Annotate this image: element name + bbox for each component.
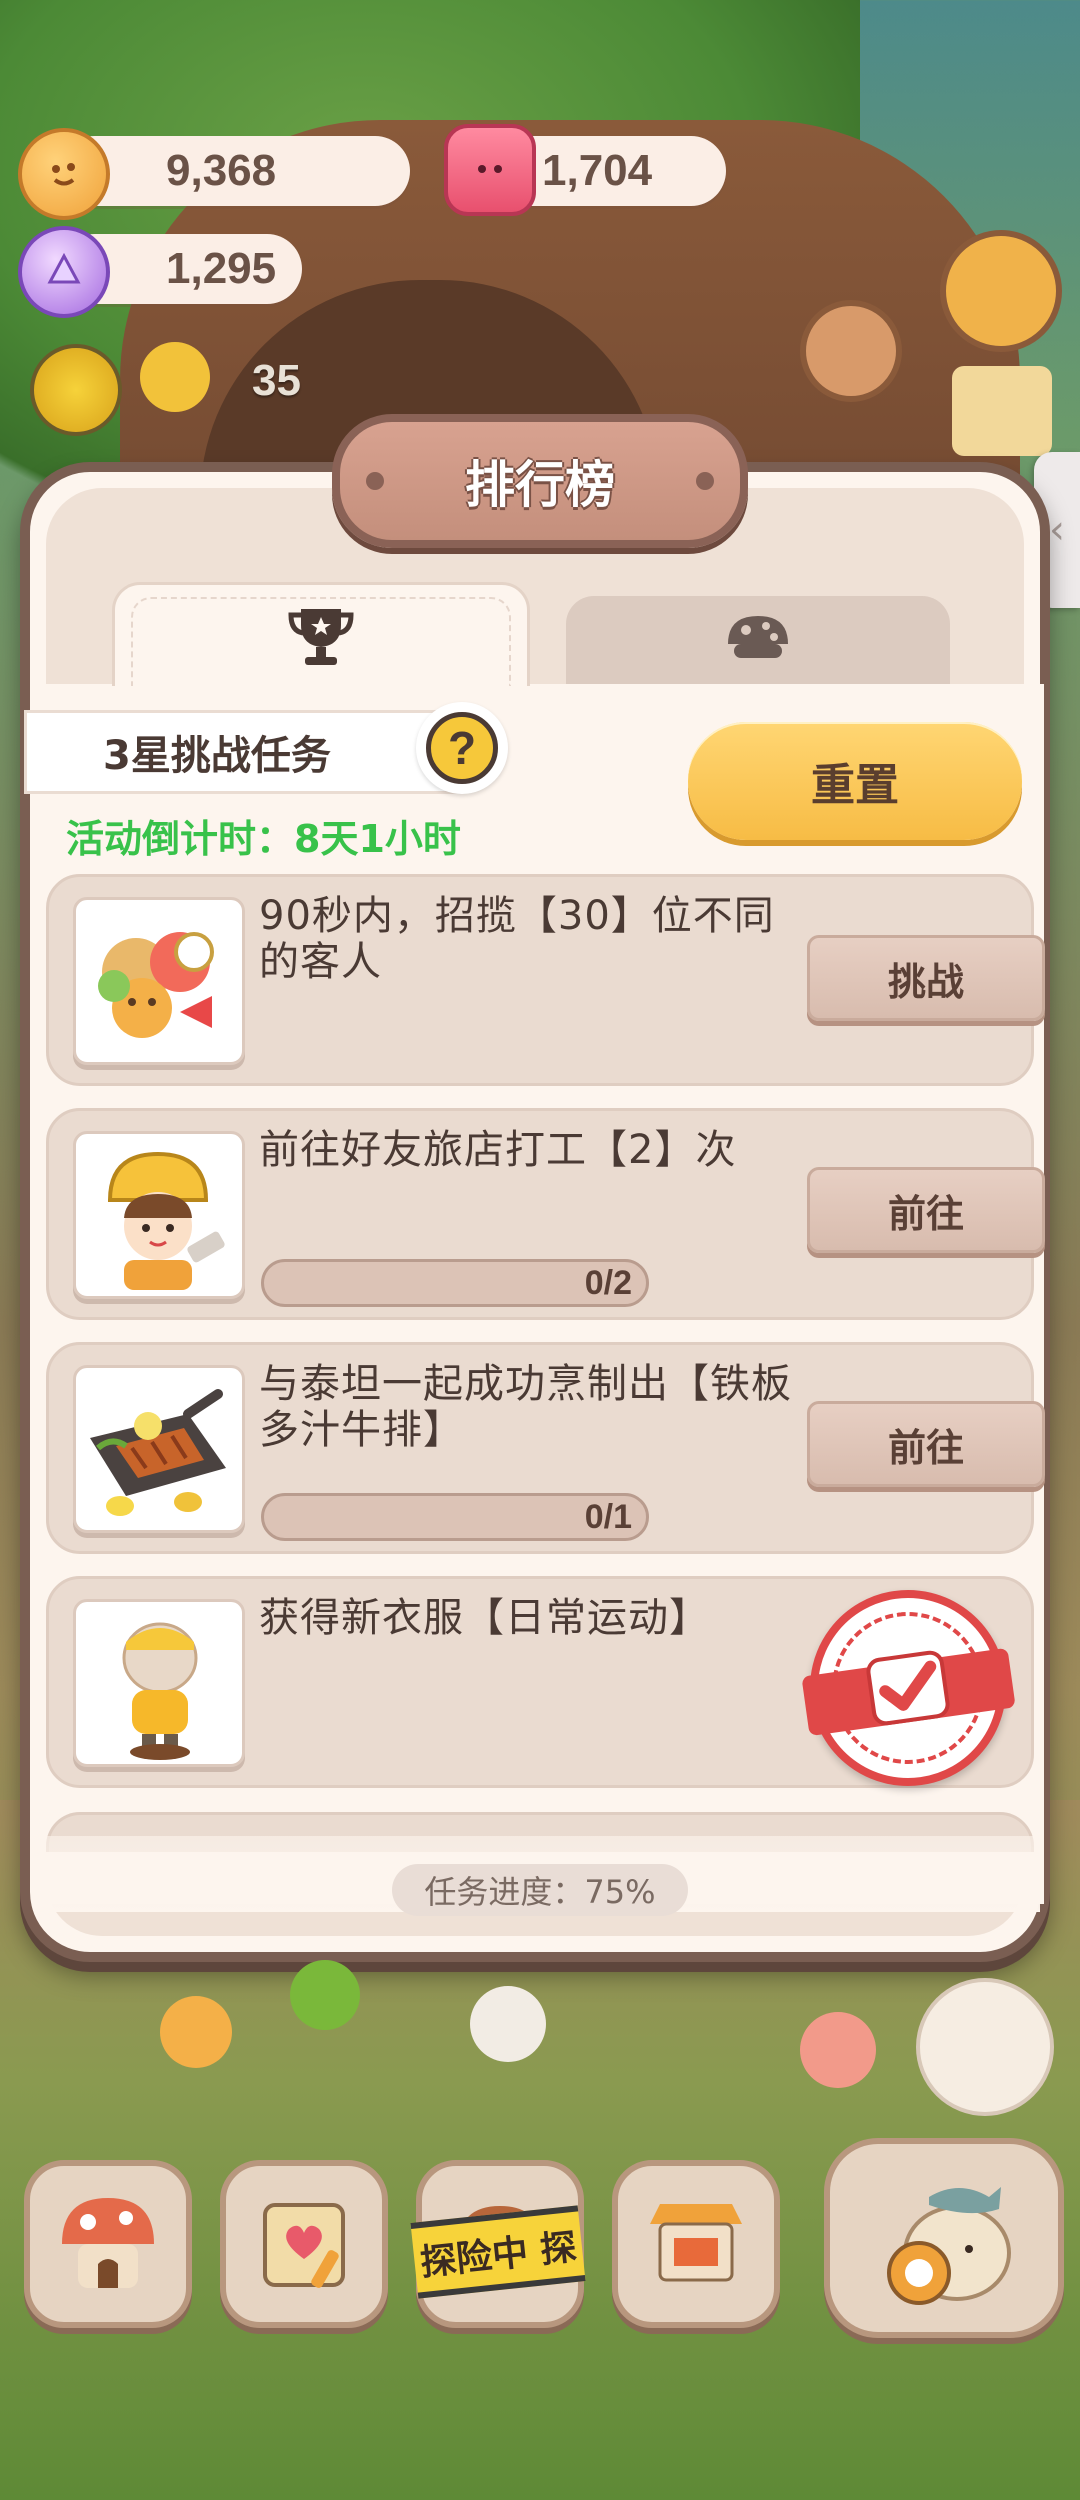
task-thumb-steak — [73, 1365, 245, 1533]
help-button[interactable]: ? — [416, 702, 508, 794]
task-description: 90秒内，招揽【30】位不同的客人 — [259, 893, 775, 985]
trophy-icon — [288, 608, 354, 665]
task-card: 90秒内，招揽【30】位不同的客人 挑战 — [46, 874, 1045, 1086]
go-button[interactable]: 前往 — [807, 1401, 1045, 1487]
tab-trophy[interactable] — [112, 582, 530, 686]
mushroom-house-icon — [62, 2198, 154, 2288]
task-description: 前往好友旅店打工【2】次 — [259, 1127, 737, 1173]
coin-value: 9,368 — [166, 146, 277, 195]
swirl-deco-icon — [800, 300, 902, 402]
challenge-button[interactable]: 挑战 — [807, 935, 1045, 1021]
candy-crystal-icon — [18, 226, 110, 318]
chat-bubble-button[interactable] — [916, 1978, 1054, 2116]
reset-button[interactable]: 重置 — [688, 722, 1022, 840]
pink-gem-icon — [444, 124, 536, 216]
sun-gear-icon — [30, 344, 122, 436]
task-thumb-customers — [73, 897, 245, 1065]
task-description: 获得新衣服【日常运动】 — [259, 1595, 710, 1641]
modal-title-plate: 排行榜 — [332, 414, 748, 548]
modal-title: 排行榜 — [465, 456, 615, 514]
customer-character — [160, 1996, 232, 2068]
shop-stall-icon — [650, 2204, 742, 2282]
progress-text: 0/2 — [584, 1264, 632, 1302]
level-indicator: 35 — [30, 342, 330, 436]
nav-shop-button[interactable] — [612, 2160, 780, 2328]
nav-tasks-button[interactable] — [220, 2160, 388, 2328]
task-thumb-worker — [73, 1131, 245, 1299]
question-icon: ? — [426, 712, 498, 784]
task-card: 前往好友旅店打工【2】次 前往 0/2 — [46, 1108, 1045, 1320]
task-description: 与泰坦一起成功烹制出【铁板多汁牛排】 — [259, 1361, 792, 1453]
nav-home-button[interactable] — [24, 2160, 192, 2328]
task-card: 与泰坦一起成功烹制出【铁板多汁牛排】 前往 0/1 — [46, 1342, 1045, 1554]
event-countdown: 活动倒计时：8天1小时 — [66, 817, 461, 861]
customer-character — [470, 1986, 546, 2062]
plate-rivet — [696, 472, 714, 490]
task-progress-bar: 0/1 — [261, 1493, 649, 1541]
notebook-heart-icon — [263, 2203, 345, 2288]
go-button[interactable]: 前往 — [807, 1167, 1045, 1253]
progress-text: 0/1 — [584, 1498, 632, 1536]
task-progress-bar: 0/2 — [261, 1259, 649, 1307]
overall-progress: 任务进度：75% — [392, 1864, 688, 1916]
level-number: 35 — [252, 356, 301, 405]
customer-character — [800, 2012, 876, 2088]
stamp-card-icon[interactable] — [952, 366, 1052, 456]
tab-cookie[interactable] — [566, 596, 950, 684]
plate-rivet — [366, 472, 384, 490]
mushroom-cookie-icon — [728, 616, 788, 658]
checkmark-icon — [866, 1650, 950, 1726]
settings-gear-icon[interactable] — [940, 230, 1062, 352]
chevron-left-icon: ‹ — [1049, 507, 1065, 553]
coin-counter[interactable]: 9,368 — [60, 136, 410, 206]
customer-avatar-icon — [140, 342, 210, 412]
nav-character-button[interactable] — [824, 2138, 1064, 2338]
task-thumb-outfit — [73, 1599, 245, 1767]
cookie-coin-icon — [18, 128, 110, 220]
character-fish-icon — [887, 2187, 1011, 2305]
customer-character — [290, 1960, 360, 2030]
